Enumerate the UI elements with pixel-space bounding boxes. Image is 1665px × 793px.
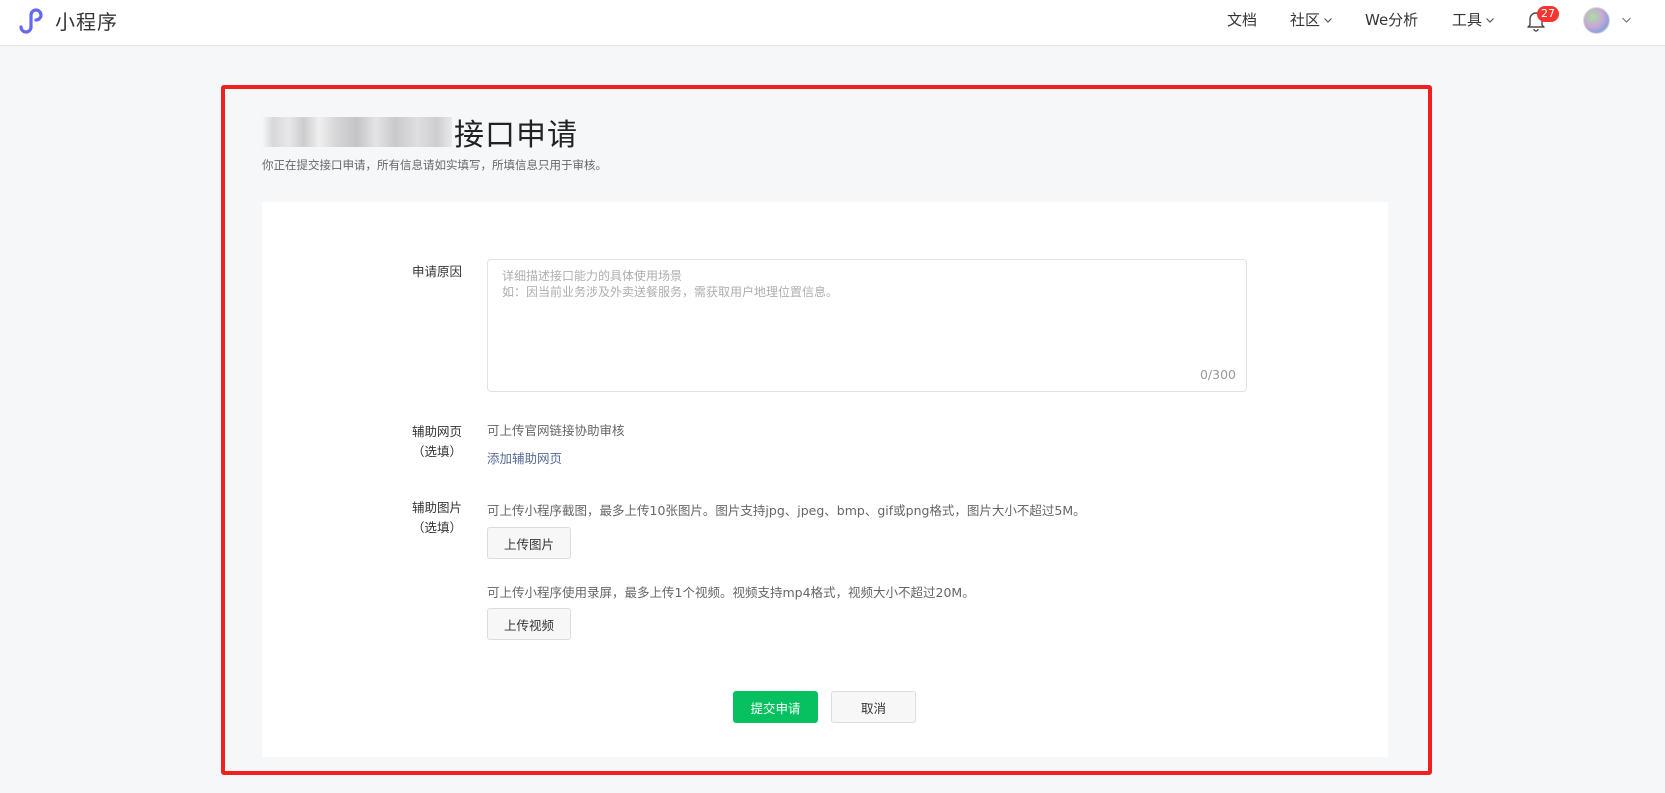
- nav-community-label: 社区: [1290, 11, 1321, 29]
- nav-community[interactable]: 社区: [1290, 9, 1333, 30]
- reason-textarea-box: 0/300: [487, 259, 1247, 392]
- user-avatar[interactable]: [1583, 7, 1610, 34]
- page-subtitle: 你正在提交接口申请，所有信息请如实填写，所填信息只用于审核。: [262, 158, 607, 172]
- chevron-down-icon: [1486, 17, 1494, 23]
- webpage-label-optional: （选填）: [411, 444, 462, 459]
- notification-badge: 27: [1537, 6, 1559, 22]
- page-title-text: 接口申请: [454, 118, 578, 153]
- nav-docs-label: 文档: [1227, 11, 1258, 29]
- images-label-text: 辅助图片: [411, 500, 462, 515]
- reason-textarea[interactable]: [488, 260, 1246, 391]
- webpage-label: 辅助网页 （选填）: [372, 422, 462, 462]
- nav-tools-label: 工具: [1452, 11, 1483, 29]
- nav-tools[interactable]: 工具: [1452, 9, 1495, 30]
- application-form: 申请原因 0/300 辅助网页 （选填） 可上传官网链接协助审核 添加辅助网页 …: [262, 202, 1388, 757]
- app-name: 小程序: [55, 9, 118, 34]
- nav-we-analytics-label: We分析: [1365, 11, 1419, 29]
- submit-button[interactable]: 提交申请: [733, 691, 818, 723]
- images-label-optional: （选填）: [411, 520, 462, 535]
- brand[interactable]: 小程序: [17, 5, 118, 35]
- page-title: 接口申请: [262, 112, 578, 153]
- mini-program-logo-icon: [19, 8, 43, 34]
- images-label: 辅助图片 （选填）: [372, 498, 462, 538]
- chevron-down-icon[interactable]: [1621, 14, 1632, 25]
- char-counter: 0/300: [1199, 367, 1236, 382]
- nav-docs[interactable]: 文档: [1227, 9, 1257, 30]
- add-webpage-link[interactable]: 添加辅助网页: [487, 448, 562, 467]
- webpage-hint: 可上传官网链接协助审核: [487, 423, 625, 438]
- cancel-button[interactable]: 取消: [831, 691, 916, 723]
- video-upload-hint: 可上传小程序使用录屏，最多上传1个视频。视频支持mp4格式，视频大小不超过20M…: [487, 585, 975, 600]
- webpage-label-text: 辅助网页: [411, 424, 462, 439]
- nav-we-analytics[interactable]: We分析: [1365, 9, 1418, 30]
- upload-image-button[interactable]: 上传图片: [487, 527, 571, 559]
- image-upload-hint: 可上传小程序截图，最多上传10张图片。图片支持jpg、jpeg、bmp、gif或…: [487, 503, 1086, 518]
- upload-video-button[interactable]: 上传视频: [487, 608, 571, 640]
- redacted-api-name: [262, 117, 452, 147]
- reason-label-text: 申请原因: [411, 264, 462, 279]
- reason-label: 申请原因: [372, 262, 462, 282]
- chevron-down-icon: [1324, 17, 1332, 23]
- top-navbar: 小程序 文档 社区 We分析 工具 27: [0, 0, 1665, 46]
